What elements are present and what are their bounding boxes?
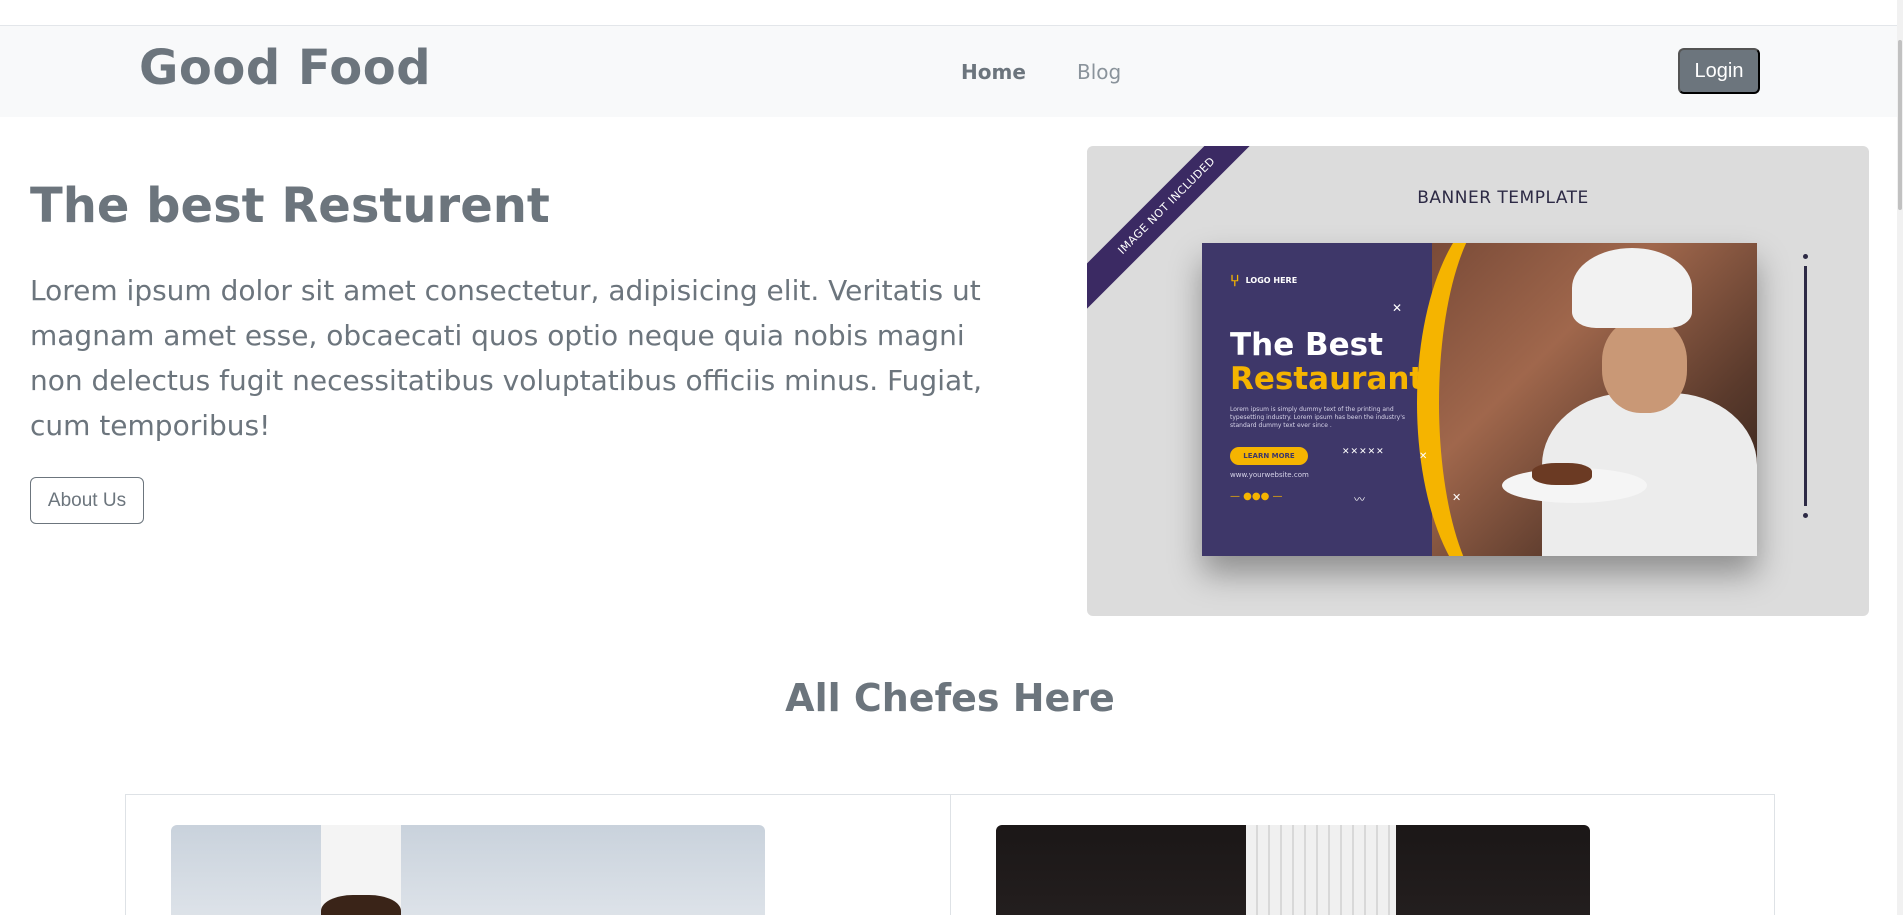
fork-icon: ⑂ — [1230, 271, 1240, 290]
chef-face-shape — [1602, 318, 1687, 413]
social-icons: — ●●● — — [1230, 491, 1283, 502]
chef-hat-shape — [1572, 248, 1692, 328]
card-title-line1: The Best — [1230, 327, 1383, 363]
banner-divider-line — [1803, 254, 1808, 518]
chef-image — [996, 825, 1590, 915]
card-title-line2: Restaurant — [1230, 361, 1425, 397]
chefs-grid — [125, 794, 1775, 915]
chef-image — [171, 825, 765, 915]
card-body-text: Lorem ipsum is simply dummy text of the … — [1230, 406, 1406, 429]
cross-icon: ✕ — [1392, 301, 1403, 315]
pattern-icon: ✕✕✕✕✕ — [1342, 447, 1385, 457]
page-scrollbar[interactable] — [1897, 0, 1903, 915]
learn-more-button: LEARN MORE — [1230, 447, 1308, 465]
scrollbar-thumb[interactable] — [1898, 40, 1902, 210]
chefs-section-title: All Chefes Here — [785, 676, 1115, 720]
browser-top-strip — [0, 0, 1903, 26]
chef-card — [126, 795, 951, 915]
nav-link-blog[interactable]: Blog — [1077, 60, 1121, 84]
card-logo-text: LOGO HERE — [1245, 276, 1298, 285]
hero-text: Lorem ipsum dolor sit amet consectetur, … — [30, 274, 983, 442]
cross-icon: ✕ — [1419, 451, 1428, 462]
card-logo: ⑂ LOGO HERE — [1230, 271, 1297, 290]
hero-title: The best Resturent — [30, 178, 550, 234]
login-button[interactable]: Login — [1678, 48, 1760, 94]
cross-icon: ✕ — [1452, 491, 1462, 504]
banner-label: BANNER TEMPLATE — [1417, 188, 1589, 208]
about-us-button[interactable]: About Us — [30, 477, 144, 524]
card-url: www.yourwebsite.com — [1230, 471, 1309, 479]
chef-hat-shape — [1246, 825, 1396, 915]
yellow-curve — [1417, 243, 1597, 556]
nav-link-home[interactable]: Home — [961, 60, 1026, 84]
navbar: Good Food Home Blog Login — [0, 26, 1903, 117]
banner-card: ⑂ LOGO HERE ✕ The Best Restaurant Lorem i… — [1202, 243, 1757, 556]
hero-banner-image: IMAGE NOT INCLUDED BANNER TEMPLATE ⑂ LOGO… — [1087, 146, 1869, 616]
brand-logo[interactable]: Good Food — [139, 40, 431, 96]
wave-icon: 〰 — [1354, 493, 1365, 506]
chef-card — [951, 795, 1776, 915]
chef-head-shape — [321, 895, 401, 915]
